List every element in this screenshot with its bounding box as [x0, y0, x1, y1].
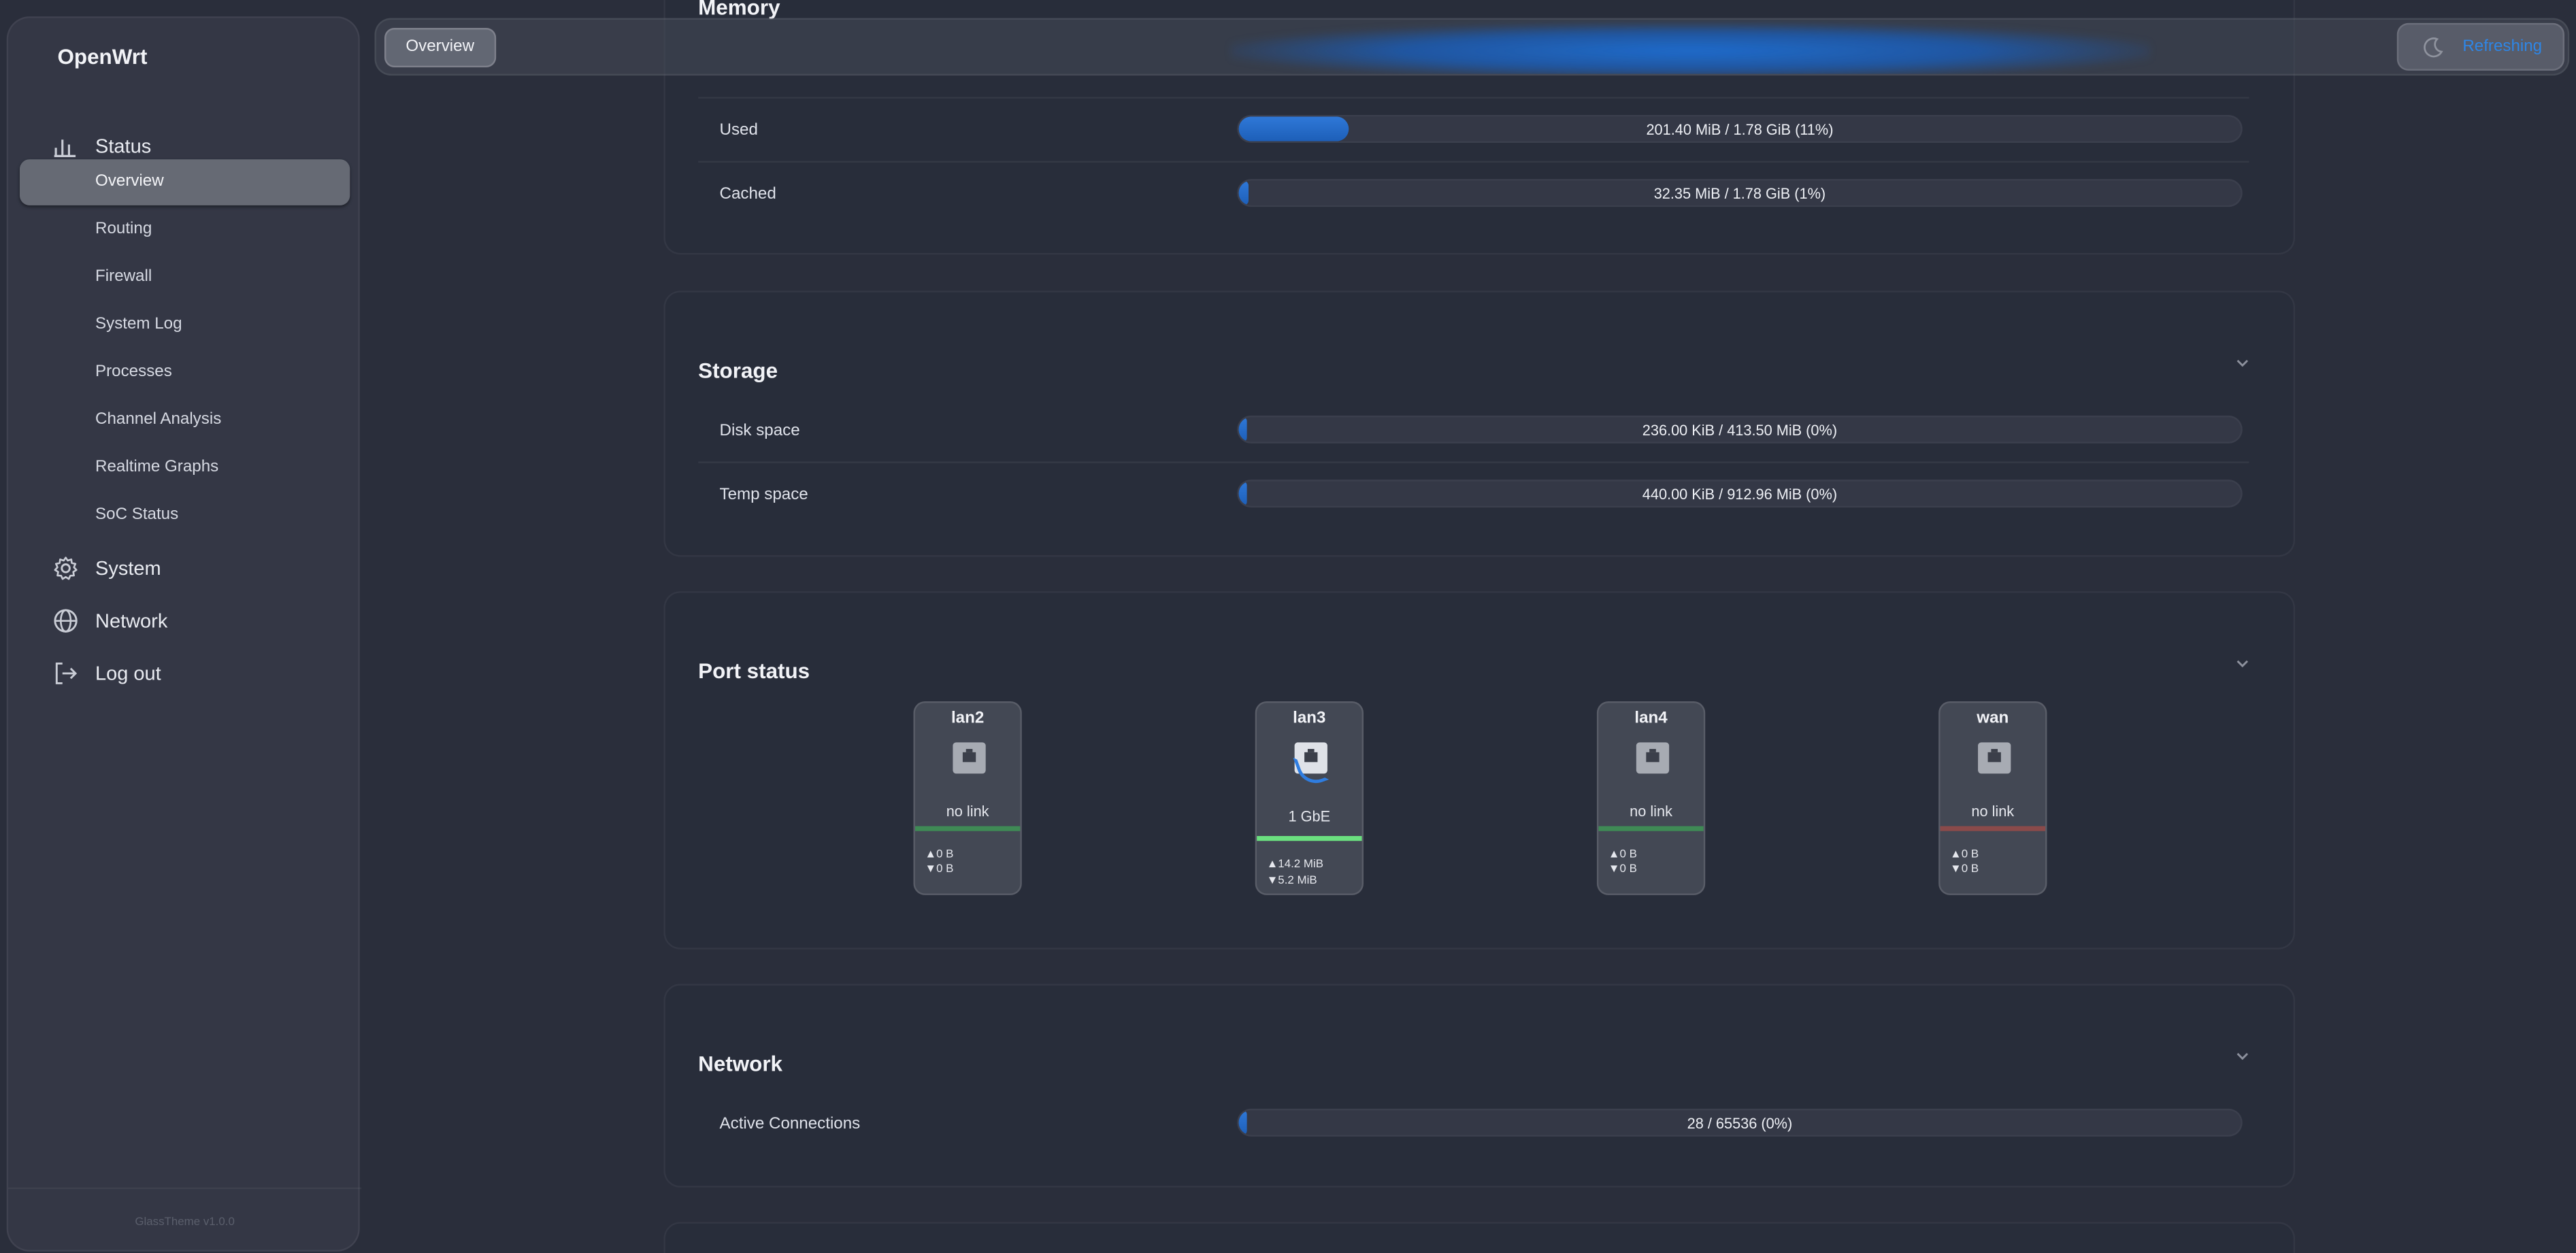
row-label: Cached [719, 185, 776, 204]
bar-chart-icon [54, 139, 76, 157]
nav-system-label: System [95, 556, 161, 580]
bar-text: 32.35 MiB / 1.78 GiB (1%) [1653, 185, 1826, 202]
port-link-status: no link [1971, 803, 2015, 820]
sidebar-item-overview[interactable]: Overview [19, 159, 350, 205]
port-rx: ▼5.2 MiB [1266, 875, 1317, 887]
sidebar-item-channel-analysis[interactable]: Channel Analysis [95, 411, 221, 429]
port-lan2: lan2 no link ▲0 B ▼0 B [913, 701, 1022, 895]
refresh-progress-glow [1230, 22, 2151, 74]
storage-row-disk: Disk space 236.00 KiB / 413.50 MiB (0%) [698, 399, 2249, 463]
port-link-status: no link [946, 803, 989, 820]
bar-text: 236.00 KiB / 413.50 MiB (0%) [1642, 422, 1838, 439]
chevron-down-icon[interactable] [2234, 355, 2251, 371]
chevron-down-icon[interactable] [2234, 1048, 2251, 1064]
port-link-status: 1 GbE [1288, 807, 1331, 825]
port-status-card: Port status lan2 no link ▲0 B ▼0 B lan3 … [663, 591, 2296, 950]
disk-space-bar: 236.00 KiB / 413.50 MiB (0%) [1237, 415, 2243, 444]
app-brand[interactable]: OpenWrt [58, 44, 148, 69]
logout-icon [55, 663, 78, 684]
top-bar: Overview Refreshing [374, 18, 2570, 76]
port-status-line [1940, 826, 2046, 831]
port-status-line [914, 826, 1021, 831]
sidebar-item-firewall[interactable]: Firewall [95, 268, 152, 286]
storage-card: Storage Disk space 236.00 KiB / 413.50 M… [663, 290, 2296, 557]
page-root: OpenWrt Status Overview Routing Firewall… [0, 0, 2576, 1253]
ethernet-port-icon [1978, 742, 2011, 774]
nav-logout-label: Log out [95, 662, 161, 685]
port-tx: ▲0 B [1608, 849, 1637, 861]
port-name: lan2 [951, 709, 985, 728]
row-label: Disk space [719, 422, 800, 441]
sidebar-item-system-log[interactable]: System Log [95, 316, 182, 334]
storage-title: Storage [698, 358, 778, 383]
port-tx: ▲14.2 MiB [1266, 858, 1324, 871]
nav-logout[interactable]: Log out [8, 655, 361, 695]
sidebar-item-routing[interactable]: Routing [95, 220, 152, 239]
ethernet-port-icon [1636, 742, 1670, 774]
port-name: lan4 [1634, 709, 1668, 728]
port-wan: wan no link ▲0 B ▼0 B [1938, 701, 2047, 895]
port-lan4: lan4 no link ▲0 B ▼0 B [1596, 701, 1706, 895]
nav-network-label: Network [95, 609, 168, 633]
storage-row-temp: Temp space 440.00 KiB / 912.96 MiB (0%) [698, 463, 2249, 527]
next-card-partial [663, 1222, 2296, 1253]
chevron-down-icon[interactable] [2234, 655, 2251, 671]
port-rx: ▼0 B [1950, 864, 1979, 875]
temp-space-bar: 440.00 KiB / 912.96 MiB (0%) [1237, 480, 2243, 508]
memory-row-used: Used 201.40 MiB / 1.78 GiB (11%) [698, 99, 2249, 163]
globe-icon [54, 609, 78, 633]
sidebar-divider [8, 1187, 362, 1190]
memory-row-cached: Cached 32.35 MiB / 1.78 GiB (1%) [698, 163, 2249, 227]
port-rx: ▼0 B [925, 864, 954, 875]
memory-used-bar: 201.40 MiB / 1.78 GiB (11%) [1237, 115, 2243, 144]
bar-text: 28 / 65536 (0%) [1687, 1115, 1793, 1132]
sidebar-item-processes[interactable]: Processes [95, 363, 172, 382]
moon-icon [2424, 37, 2443, 58]
port-rx: ▼0 B [1608, 864, 1637, 875]
nav-system[interactable]: System [8, 550, 361, 590]
memory-title: Memory [698, 0, 780, 20]
nav-network[interactable]: Network [8, 603, 361, 642]
bar-text: 201.40 MiB / 1.78 GiB (11%) [1646, 121, 1834, 138]
port-status-line [1598, 826, 1704, 831]
port-name: lan3 [1293, 709, 1326, 728]
theme-version: GlassTheme v1.0.0 [135, 1217, 235, 1229]
port-status-title: Port status [698, 658, 810, 684]
refresh-label: Refreshing [2462, 37, 2543, 56]
ethernet-port-icon [953, 742, 986, 774]
breadcrumb[interactable]: Overview [384, 28, 496, 67]
row-label: Active Connections [719, 1115, 861, 1134]
refresh-toggle-button[interactable]: Refreshing [2396, 22, 2565, 71]
port-link-status: no link [1630, 803, 1672, 820]
row-label: Temp space [719, 486, 808, 505]
port-tx: ▲0 B [1950, 849, 1979, 861]
row-label: Used [719, 121, 758, 140]
memory-cached-bar: 32.35 MiB / 1.78 GiB (1%) [1237, 179, 2243, 207]
port-name: wan [1977, 709, 2009, 728]
sidebar-item-realtime-graphs[interactable]: Realtime Graphs [95, 458, 218, 477]
bar-text: 440.00 KiB / 912.96 MiB (0%) [1642, 486, 1838, 503]
port-lan3: lan3 1 GbE ▲14.2 MiB ▼5.2 MiB [1255, 701, 1364, 895]
active-connections-bar: 28 / 65536 (0%) [1237, 1108, 2243, 1137]
port-status-line [1257, 835, 1362, 841]
sidebar: OpenWrt Status Overview Routing Firewall… [6, 16, 362, 1252]
port-tx: ▲0 B [925, 849, 954, 861]
network-card: Network Active Connections 28 / 65536 (0… [663, 984, 2296, 1188]
network-title: Network [698, 1051, 783, 1076]
gear-icon [54, 556, 78, 580]
network-row-connections: Active Connections 28 / 65536 (0%) [698, 1092, 2249, 1156]
sidebar-item-label: Overview [95, 172, 164, 191]
sidebar-item-soc-status[interactable]: SoC Status [95, 506, 178, 524]
nav-status-label: Status [95, 134, 152, 158]
